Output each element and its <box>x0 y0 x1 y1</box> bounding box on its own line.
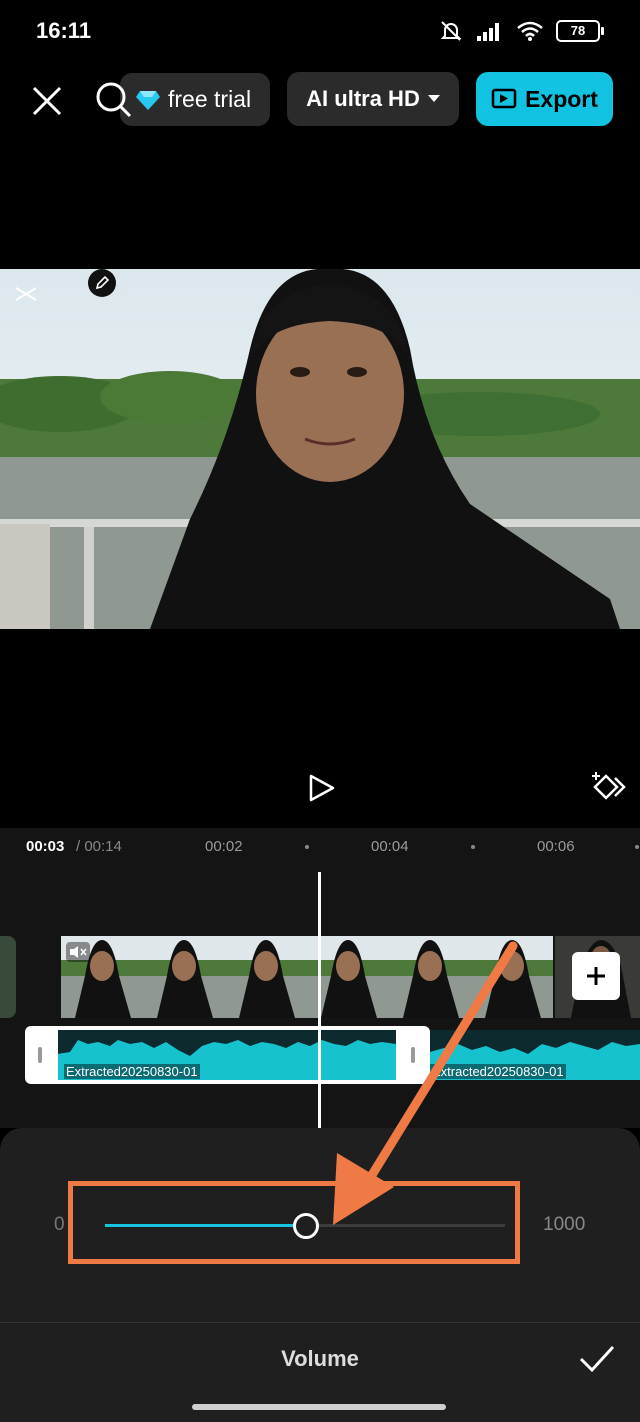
export-button[interactable]: Export <box>476 72 613 126</box>
export-icon <box>491 88 517 109</box>
audio-trim-handle-right[interactable] <box>411 1047 415 1063</box>
ai-ultra-hd-label: AI ultra HD <box>306 86 420 111</box>
volume-title: Volume <box>281 1346 359 1371</box>
home-indicator[interactable] <box>192 1404 446 1410</box>
speaker-muted-icon <box>70 946 87 958</box>
total-time: / 00:14 <box>76 838 122 855</box>
sheet-divider <box>0 1322 640 1323</box>
video-clip-track[interactable] <box>61 936 640 1018</box>
audio-waveform: Extracted20250830-01 <box>58 1030 396 1080</box>
checkmark-icon[interactable] <box>578 1343 616 1375</box>
silent-bell-icon <box>440 21 462 41</box>
pen-icon <box>95 275 110 290</box>
audio-clip-next[interactable]: Extracted20250830-01 <box>430 1030 640 1080</box>
wifi-icon <box>517 21 543 41</box>
diamond-icon <box>136 90 160 110</box>
battery-indicator: 78 <box>556 20 604 42</box>
play-icon[interactable] <box>306 773 336 803</box>
close-icon[interactable] <box>28 82 66 120</box>
tick-dot <box>471 845 475 849</box>
signal-icon <box>477 23 499 41</box>
time-tick: 00:04 <box>371 838 409 855</box>
tick-dot <box>635 845 639 849</box>
volume-max-label: 1000 <box>543 1214 586 1235</box>
annotation-highlight-box <box>68 1181 520 1264</box>
search-icon[interactable] <box>94 80 134 120</box>
export-label: Export <box>525 85 598 112</box>
mute-icon[interactable] <box>66 942 90 962</box>
video-thumbnails <box>61 936 640 1018</box>
time-tick: 00:02 <box>205 838 243 855</box>
volume-min-label: 0 <box>54 1214 65 1235</box>
add-clip-button[interactable] <box>572 952 620 1000</box>
time-tick: 00:06 <box>537 838 575 855</box>
edit-pen-button[interactable] <box>88 269 116 297</box>
playhead[interactable] <box>318 872 321 1128</box>
audio-clip-name: Extracted20250830-01 <box>64 1064 200 1079</box>
capcut-watermark-icon <box>15 287 37 301</box>
video-preview[interactable] <box>0 269 640 629</box>
caret-down-icon <box>427 95 440 102</box>
plus-icon <box>587 967 605 985</box>
ai-ultra-hd-dropdown[interactable]: AI ultra HD <box>287 72 459 126</box>
status-time: 16:11 <box>36 18 92 43</box>
current-time: 00:03 <box>26 838 65 855</box>
free-trial-button[interactable]: free trial <box>120 73 270 126</box>
volume-sheet <box>0 1128 640 1422</box>
free-trial-label: free trial <box>168 86 252 112</box>
audio-trim-handle-left[interactable] <box>38 1047 42 1063</box>
previous-clip[interactable] <box>0 936 16 1018</box>
tick-dot <box>305 845 309 849</box>
status-icons: 78 <box>438 16 604 46</box>
audio-clip-name-next: Extracted20250830-01 <box>430 1064 566 1079</box>
keyframe-icon[interactable] <box>588 770 626 804</box>
